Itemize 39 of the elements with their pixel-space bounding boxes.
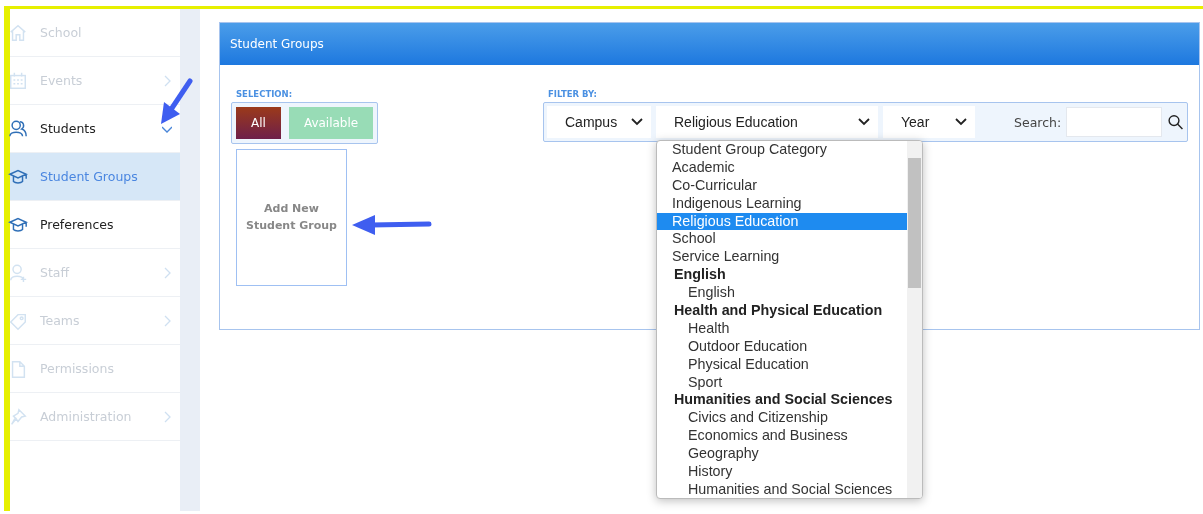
person-icon: [8, 262, 28, 283]
dropdown-option[interactable]: Civics and Citizenship: [657, 409, 907, 428]
filter-dropdown[interactable]: Year: [883, 106, 975, 138]
option-group-label: English: [673, 266, 727, 285]
scrollbar[interactable]: [907, 141, 922, 498]
people-icon: [8, 118, 28, 139]
filter-label: FILTER BY:: [548, 89, 598, 99]
dropdown-option[interactable]: Indigenous Learning: [657, 194, 907, 213]
search-label: Search:: [1014, 114, 1062, 130]
dropdown-option[interactable]: Religious Education: [657, 212, 907, 231]
dropdown-option[interactable]: Health: [657, 319, 907, 338]
calendar-icon: [8, 70, 28, 91]
add-student-group-card[interactable]: Add New Student Group: [236, 149, 347, 286]
dropdown-option[interactable]: History: [657, 463, 907, 481]
option-group-label: Humanities and Social Sciences: [673, 391, 894, 410]
dropdown-option[interactable]: Service Learning: [657, 248, 907, 267]
dropdown-option[interactable]: Geography: [657, 445, 907, 464]
pin-icon: [8, 406, 28, 427]
dropdown-option[interactable]: Student Group Category: [657, 141, 907, 159]
dropdown-option[interactable]: Academic: [657, 158, 907, 177]
chevron-icon: [955, 118, 967, 126]
dropdown-option[interactable]: Economics and Business: [657, 427, 907, 446]
option-group-label: Health and Physical Education: [673, 302, 884, 320]
filter-dropdown[interactable]: Campus: [547, 106, 651, 138]
selection-label: SELECTION:: [236, 89, 294, 99]
dropdown-option[interactable]: Sport: [657, 373, 907, 392]
panel-title: Student Groups: [220, 23, 1199, 65]
dropdown-option[interactable]: English: [657, 284, 907, 302]
dropdown-option[interactable]: Physical Education: [657, 355, 907, 374]
filter-dropdown[interactable]: Religious Education: [656, 106, 878, 138]
chevron-icon: [858, 118, 870, 126]
dropdown-option[interactable]: Humanities and Social Sciences: [657, 480, 907, 498]
search-field[interactable]: [1066, 107, 1163, 137]
dropdown-option[interactable]: Co-Curricular: [657, 176, 907, 195]
selection-button[interactable]: All: [236, 107, 281, 139]
dropdown-option[interactable]: School: [657, 230, 907, 249]
chevron-icon: [631, 118, 643, 126]
dropdown-option[interactable]: Outdoor Education: [657, 337, 907, 356]
home-icon: [8, 22, 28, 43]
